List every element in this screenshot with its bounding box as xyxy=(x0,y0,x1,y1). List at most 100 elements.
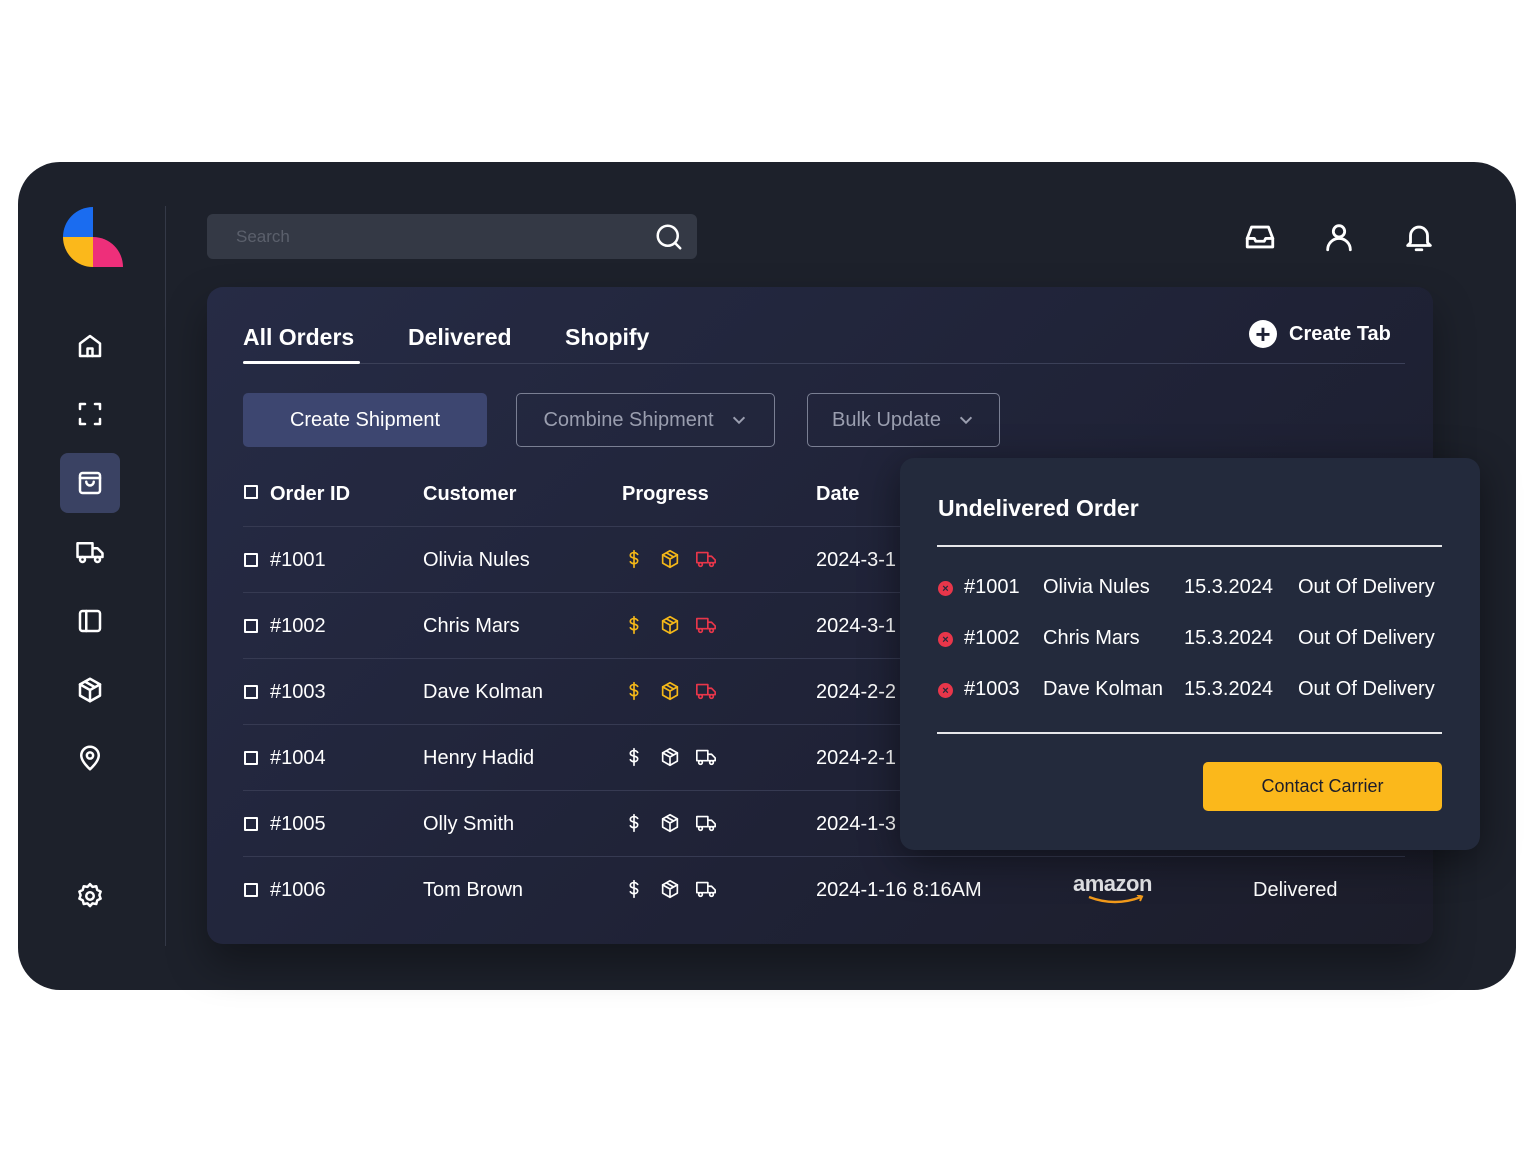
header-progress[interactable]: Progress xyxy=(622,483,709,506)
row-checkbox[interactable] xyxy=(244,883,258,897)
progress-indicators xyxy=(623,812,717,834)
truck-icon xyxy=(696,683,716,700)
inbox-button[interactable] xyxy=(1243,220,1277,254)
dollar-icon xyxy=(629,747,639,767)
order-id: #1002 xyxy=(964,627,1020,649)
header-date[interactable]: Date xyxy=(816,483,859,506)
dollar-icon xyxy=(629,681,639,701)
tab-all-orders[interactable]: All Orders xyxy=(243,324,354,351)
shopping-bag-icon xyxy=(78,471,102,495)
app-window: All Orders Delivered Shopify + Create Tab… xyxy=(18,162,1516,990)
popup-divider xyxy=(937,545,1442,547)
row-checkbox[interactable] xyxy=(244,817,258,831)
contact-carrier-button[interactable]: Contact Carrier xyxy=(1203,762,1442,811)
order-id[interactable]: #1001 xyxy=(270,549,326,572)
dollar-icon xyxy=(629,813,639,833)
search-button[interactable] xyxy=(654,222,684,252)
package-icon xyxy=(661,879,679,899)
row-checkbox[interactable] xyxy=(244,619,258,633)
create-shipment-button[interactable]: Create Shipment xyxy=(243,393,487,447)
plus-circle-icon: + xyxy=(1249,320,1277,348)
tab-divider xyxy=(243,363,1405,364)
order-id[interactable]: #1004 xyxy=(270,747,326,770)
row-checkbox[interactable] xyxy=(244,553,258,567)
amazon-logo: amazon xyxy=(1073,871,1163,907)
order-id[interactable]: #1005 xyxy=(270,813,326,836)
truck-icon xyxy=(696,551,716,568)
sidebar-item-products[interactable] xyxy=(60,660,120,720)
order-date: 2024-1-3 xyxy=(816,813,897,835)
bulk-update-label: Bulk Update xyxy=(832,408,941,431)
combine-shipment-dropdown[interactable]: Combine Shipment xyxy=(516,393,775,447)
truck-icon xyxy=(696,749,716,766)
undelivered-order-row[interactable]: × #1003 Dave Kolman 15.3.2024 Out Of Del… xyxy=(938,678,1448,704)
order-date: 2024-1-16 8:16AM xyxy=(816,879,982,901)
package-icon xyxy=(661,813,679,833)
sidebar-layout-icon xyxy=(78,609,102,633)
order-id[interactable]: #1002 xyxy=(270,615,326,638)
truck-icon xyxy=(696,617,716,634)
order-date: 2024-2-2 xyxy=(816,681,897,703)
error-icon: × xyxy=(938,632,953,647)
delivery-status: Out Of Delivery xyxy=(1298,627,1435,649)
customer-name: Tom Brown xyxy=(423,879,524,901)
search-input[interactable] xyxy=(207,214,697,259)
create-tab-button[interactable]: + Create Tab xyxy=(1249,320,1391,348)
sidebar-item-shipping[interactable] xyxy=(60,522,120,582)
profile-button[interactable] xyxy=(1322,220,1356,254)
tab-shopify[interactable]: Shopify xyxy=(565,324,649,351)
customer-name: Henry Hadid xyxy=(423,747,535,769)
order-date: 15.3.2024 xyxy=(1184,627,1273,649)
active-tab-indicator xyxy=(243,361,360,364)
sidebar-item-orders[interactable] xyxy=(60,453,120,513)
undelivered-order-row[interactable]: × #1001 Olivia Nules 15.3.2024 Out Of De… xyxy=(938,576,1448,602)
package-icon xyxy=(661,615,679,635)
order-id[interactable]: #1006 xyxy=(270,879,326,902)
home-icon xyxy=(78,334,102,358)
sidebar-item-layout[interactable] xyxy=(60,591,120,651)
undelivered-order-popup: Undelivered Order × #1001 Olivia Nules 1… xyxy=(900,458,1480,850)
bell-icon xyxy=(1406,225,1432,252)
undelivered-order-row[interactable]: × #1002 Chris Mars 15.3.2024 Out Of Deli… xyxy=(938,627,1448,653)
notifications-button[interactable] xyxy=(1402,220,1436,254)
row-checkbox[interactable] xyxy=(244,751,258,765)
map-pin-icon xyxy=(80,745,100,771)
logo xyxy=(63,207,123,267)
package-icon xyxy=(661,681,679,701)
dollar-icon xyxy=(629,549,639,569)
create-shipment-label: Create Shipment xyxy=(289,408,441,431)
row-checkbox[interactable] xyxy=(244,685,258,699)
order-date: 2024-3-1 xyxy=(816,615,897,637)
order-id[interactable]: #1003 xyxy=(270,681,326,704)
error-icon: × xyxy=(938,683,953,698)
package-icon xyxy=(661,747,679,767)
customer-name: Dave Kolman xyxy=(423,681,544,703)
order-date: 2024-2-1 xyxy=(816,747,897,769)
popup-divider xyxy=(937,732,1442,734)
settings-icon xyxy=(78,882,102,908)
sidebar-item-settings[interactable] xyxy=(60,866,120,926)
truck-icon xyxy=(696,815,716,832)
error-icon: × xyxy=(938,581,953,596)
table-row[interactable]: #1006 Tom Brown 2024-1-16 8:16AM amazon … xyxy=(243,856,1405,922)
sidebar-item-locations[interactable] xyxy=(60,728,120,788)
tab-delivered[interactable]: Delivered xyxy=(408,324,512,351)
sidebar-item-scan[interactable] xyxy=(60,384,120,444)
sidebar-item-home[interactable] xyxy=(60,316,120,376)
progress-indicators xyxy=(623,746,717,768)
header-order-id[interactable]: Order ID xyxy=(270,483,350,506)
bulk-update-dropdown[interactable]: Bulk Update xyxy=(807,393,1000,447)
dollar-icon xyxy=(629,615,639,635)
order-id: #1001 xyxy=(964,576,1020,598)
chevron-down-icon xyxy=(732,416,745,425)
progress-indicators xyxy=(623,878,717,900)
select-all-checkbox[interactable] xyxy=(244,485,258,499)
customer-name: Olivia Nules xyxy=(1043,576,1150,598)
package-icon xyxy=(78,677,102,703)
order-status: Delivered xyxy=(1253,879,1338,901)
chevron-down-icon xyxy=(959,416,973,425)
scan-icon xyxy=(78,402,102,426)
header-customer[interactable]: Customer xyxy=(423,483,516,506)
customer-name: Olly Smith xyxy=(423,813,515,835)
progress-indicators xyxy=(623,614,717,636)
